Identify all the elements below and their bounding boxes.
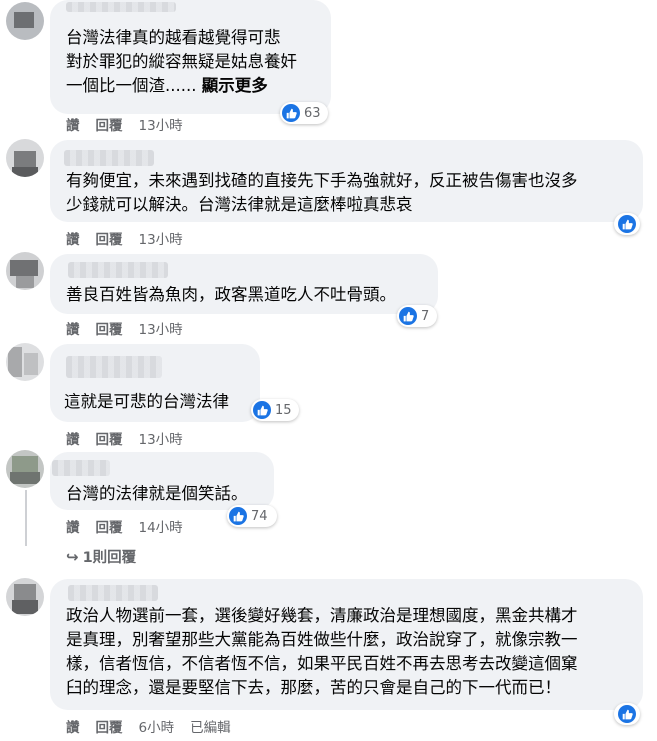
avatar[interactable]: [6, 578, 44, 616]
timestamp[interactable]: 13小時: [139, 228, 183, 248]
comment-text: 台灣法律真的越看越覺得可悲 對於罪犯的縱容無疑是姑息養奸 一個比一個渣.....…: [66, 28, 297, 95]
reaction-count[interactable]: 7: [397, 305, 437, 327]
comment-bubble: 政治人物選前一套，選後變好幾套，清廉政治是理想國度，黑金共構才 是真理，別奢望那…: [50, 579, 643, 710]
commenter-name[interactable]: [66, 356, 162, 378]
reply-button[interactable]: 回覆: [96, 716, 123, 736]
like-button[interactable]: 讚: [66, 114, 80, 134]
comment-actions: 讚回覆 13小時: [66, 318, 183, 338]
comment-text: 善良百姓皆為魚肉，政客黑道吃人不吐骨頭。: [66, 285, 396, 304]
reaction-count-text: 63: [304, 105, 321, 121]
reply-button[interactable]: 回覆: [96, 114, 123, 134]
view-replies-link[interactable]: ↪ 1則回覆: [66, 546, 136, 567]
comment-actions: 讚回覆 6小時 已編輯: [66, 716, 231, 736]
reply-button[interactable]: 回覆: [96, 228, 123, 248]
comment-actions: 讚回覆 13小時: [66, 428, 183, 448]
reaction-count[interactable]: 74: [227, 505, 277, 527]
reaction-count-text: 15: [275, 402, 292, 418]
comment-actions: 讚回覆 13小時: [66, 228, 183, 248]
commenter-name[interactable]: [52, 460, 110, 476]
like-button[interactable]: 讚: [66, 516, 80, 536]
reaction-count[interactable]: 15: [251, 399, 299, 421]
timestamp[interactable]: 14小時: [139, 516, 183, 536]
timestamp[interactable]: 13小時: [139, 428, 183, 448]
commenter-name[interactable]: [64, 150, 154, 166]
reaction-count[interactable]: 63: [280, 102, 328, 124]
reply-button[interactable]: 回覆: [96, 428, 123, 448]
comment-text: 有夠便宜，未來遇到找碴的直接先下手為強就好，反正被告傷害也沒多 少錢就可以解決。…: [66, 171, 578, 214]
reaction-icon[interactable]: [614, 213, 640, 235]
avatar[interactable]: [6, 2, 44, 40]
comment-bubble: 這就是可悲的台灣法律: [50, 344, 260, 422]
like-reaction-icon: [399, 307, 417, 325]
avatar[interactable]: [6, 252, 44, 290]
avatar[interactable]: [6, 450, 44, 488]
like-button[interactable]: 讚: [66, 318, 80, 338]
see-more-link[interactable]: 顯示更多: [202, 76, 268, 95]
like-reaction-icon: [253, 401, 271, 419]
comment-text: 台灣的法律就是個笑話。: [66, 484, 248, 503]
like-reaction-icon: [618, 215, 636, 233]
comment-text: 政治人物選前一套，選後變好幾套，清廉政治是理想國度，黑金共構才 是真理，別奢望那…: [66, 606, 578, 697]
avatar[interactable]: [6, 139, 44, 177]
like-reaction-icon: [229, 507, 247, 525]
commenter-name[interactable]: [68, 585, 158, 601]
comment-bubble: 台灣的法律就是個笑話。: [50, 452, 274, 510]
comment-actions: 讚回覆 14小時: [66, 516, 183, 536]
reply-button[interactable]: 回覆: [96, 516, 123, 536]
comment-bubble: 有夠便宜，未來遇到找碴的直接先下手為強就好，反正被告傷害也沒多 少錢就可以解決。…: [50, 140, 643, 222]
like-reaction-icon: [282, 104, 300, 122]
comment-text: 這就是可悲的台灣法律: [64, 392, 229, 411]
commenter-name[interactable]: [66, 2, 176, 12]
like-button[interactable]: 讚: [66, 428, 80, 448]
like-button[interactable]: 讚: [66, 716, 80, 736]
timestamp[interactable]: 13小時: [139, 114, 183, 134]
reaction-count-text: 7: [421, 308, 430, 324]
reply-arrow-icon: ↪: [66, 547, 79, 566]
comment-bubble: 台灣法律真的越看越覺得可悲 對於罪犯的縱容無疑是姑息養奸 一個比一個渣.....…: [50, 0, 331, 114]
edited-label: 已編輯: [190, 720, 231, 736]
comment-actions: 讚回覆 13小時: [66, 114, 183, 134]
thread-line: [25, 490, 27, 546]
reaction-count-text: 74: [251, 508, 268, 524]
reaction-icon[interactable]: [614, 703, 640, 725]
like-button[interactable]: 讚: [66, 228, 80, 248]
timestamp[interactable]: 6小時: [139, 716, 175, 736]
like-reaction-icon: [618, 705, 636, 723]
commenter-name[interactable]: [68, 262, 168, 278]
timestamp[interactable]: 13小時: [139, 318, 183, 338]
comment-bubble: 善良百姓皆為魚肉，政客黑道吃人不吐骨頭。: [50, 254, 438, 314]
reply-button[interactable]: 回覆: [96, 318, 123, 338]
avatar[interactable]: [6, 343, 44, 381]
